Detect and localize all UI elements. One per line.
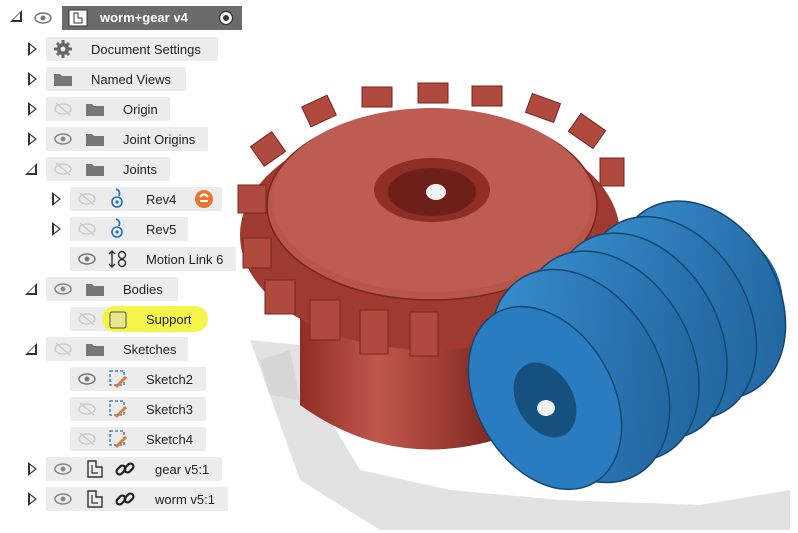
- tree-item-label: Document Settings: [91, 42, 201, 57]
- expand-arrow-icon[interactable]: [28, 42, 37, 56]
- eye-hidden-icon[interactable]: [54, 103, 72, 115]
- eye-icon[interactable]: [54, 283, 72, 295]
- eye-hidden-icon[interactable]: [78, 313, 96, 325]
- eye-hidden-icon[interactable]: [54, 343, 72, 355]
- tree-item-label: gear v5:1: [155, 462, 210, 477]
- revolute-joint-icon: [111, 218, 123, 238]
- tree-item-label: worm v5:1: [155, 492, 215, 507]
- tree-item-label: Joints: [123, 162, 157, 177]
- tree-item-label: Bodies: [123, 282, 163, 297]
- motion-link-icon: [108, 250, 127, 268]
- expand-arrow-icon[interactable]: [28, 72, 37, 86]
- eye-hidden-icon[interactable]: [78, 223, 96, 235]
- eye-icon[interactable]: [54, 463, 72, 475]
- eye-hidden-icon[interactable]: [78, 433, 96, 445]
- expand-arrow-icon[interactable]: [28, 102, 37, 116]
- expand-arrow-icon[interactable]: [28, 132, 37, 146]
- eye-icon[interactable]: [78, 373, 96, 385]
- root-component[interactable]: worm+gear v4: [62, 6, 242, 30]
- eye-icon[interactable]: [34, 12, 52, 24]
- eye-hidden-icon[interactable]: [78, 403, 96, 415]
- folder-icon: [86, 164, 104, 176]
- expand-arrow-icon[interactable]: [28, 462, 37, 476]
- sketch-icon: [109, 400, 127, 418]
- folder-icon: [54, 74, 72, 86]
- tree-item-label: Named Views: [91, 72, 171, 87]
- tree-item-label: Motion Link 6: [146, 252, 224, 267]
- link-icon: [115, 492, 135, 506]
- tree-item-label: Sketch2: [146, 372, 193, 387]
- expand-arrow-icon[interactable]: [28, 492, 37, 506]
- body-icon: [109, 311, 127, 329]
- tree-item-label: Support: [146, 312, 192, 327]
- sketch-icon: [109, 370, 127, 388]
- tree-item-label: Rev5: [146, 222, 177, 237]
- component-icon: [68, 9, 88, 27]
- tree-item-label: Joint Origins: [123, 132, 196, 147]
- folder-icon: [86, 284, 104, 296]
- eye-icon[interactable]: [54, 133, 72, 145]
- tree-item-label: Origin: [123, 102, 158, 117]
- tree-item-label: Sketch4: [146, 432, 193, 447]
- folder-icon: [86, 134, 104, 146]
- collapse-arrow-icon[interactable]: [25, 343, 37, 355]
- folder-icon: [86, 104, 104, 116]
- root-title: worm+gear v4: [100, 10, 188, 25]
- component-icon: [87, 490, 103, 508]
- sketch-icon: [109, 430, 127, 448]
- eye-icon[interactable]: [78, 253, 96, 265]
- tree-item-label: Sketches: [123, 342, 177, 357]
- activate-radio-icon[interactable]: [218, 10, 234, 26]
- revolute-joint-icon: [111, 188, 123, 208]
- component-icon: [87, 460, 103, 478]
- eye-hidden-icon[interactable]: [54, 163, 72, 175]
- eye-hidden-icon[interactable]: [78, 193, 96, 205]
- folder-icon: [86, 344, 104, 356]
- expand-arrow-icon[interactable]: [52, 192, 61, 206]
- link-icon: [115, 462, 135, 476]
- tree-item-label: Sketch3: [146, 402, 193, 417]
- collapse-arrow-icon[interactable]: [25, 283, 37, 295]
- gear-icon: [54, 40, 72, 58]
- tree-item-label: Rev4: [146, 192, 177, 207]
- collapse-arrow-icon[interactable]: [25, 163, 37, 175]
- collapse-arrow-icon[interactable]: [10, 10, 22, 22]
- warning-badge-icon[interactable]: [194, 189, 214, 209]
- expand-arrow-icon[interactable]: [52, 222, 61, 236]
- eye-icon[interactable]: [54, 493, 72, 505]
